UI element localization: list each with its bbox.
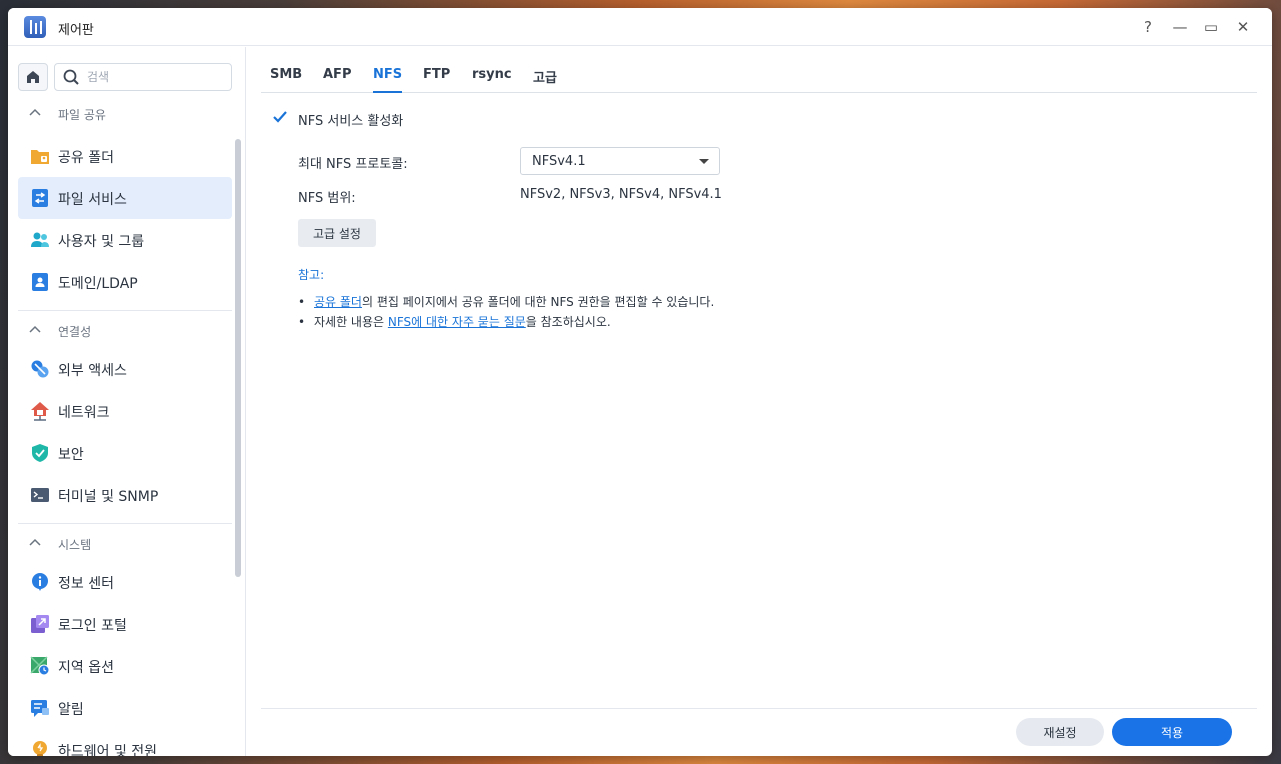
- nfs-range-value: NFSv2, NFSv3, NFSv4, NFSv4.1: [520, 187, 722, 202]
- info-center-icon: [32, 573, 48, 591]
- sidebar-divider: [18, 523, 232, 524]
- nfs-range-label: NFS 범위:: [298, 191, 356, 206]
- note-line-1-text: 의 편집 페이지에서 공유 폴더에 대한 NFS 권한을 편집할 수 있습니다.: [361, 295, 715, 309]
- shared-folder-icon: [31, 150, 49, 164]
- sidebar-scrollbar[interactable]: [235, 139, 241, 577]
- sidebar-item-network[interactable]: 네트워크: [18, 390, 232, 432]
- sidebar-item-label: 외부 액세스: [58, 363, 127, 379]
- title-bar: 제어판 ? — ▭ ✕: [8, 8, 1272, 46]
- tab-rsync[interactable]: rsync: [472, 67, 512, 93]
- reset-button[interactable]: 재설정: [1016, 718, 1104, 746]
- note-line-2-prefix: 자세한 내용은: [314, 315, 388, 329]
- note-line-2: • 자세한 내용은 NFS에 대한 자주 묻는 질문을 참조하십시오.: [298, 313, 611, 330]
- sidebar-item-security[interactable]: 보안: [18, 432, 232, 474]
- close-button[interactable]: ✕: [1233, 17, 1253, 37]
- tab-afp[interactable]: AFP: [323, 67, 351, 93]
- chevron-up-icon: [29, 108, 41, 116]
- home-button[interactable]: [18, 63, 48, 91]
- network-icon: [31, 402, 49, 421]
- note-line-2-suffix: 을 참조하십시오.: [525, 315, 611, 329]
- note-line-1: • 공유 폴더의 편집 페이지에서 공유 폴더에 대한 NFS 권한을 편집할 수…: [298, 293, 714, 310]
- domain-ldap-icon: [32, 273, 48, 291]
- bullet: •: [298, 315, 306, 329]
- nfs-faq-link[interactable]: NFS에 대한 자주 묻는 질문: [388, 315, 526, 329]
- user-group-icon: [31, 232, 49, 247]
- sidebar-item-label: 정보 센터: [58, 576, 114, 592]
- control-panel-window: 제어판 ? — ▭ ✕ 파일 공유: [8, 8, 1272, 756]
- sidebar-item-label: 터미널 및 SNMP: [58, 489, 159, 505]
- footer-divider: [261, 708, 1257, 709]
- nfs-enable-checkbox[interactable]: [271, 108, 289, 126]
- home-icon: [27, 71, 39, 83]
- group-label: 파일 공유: [58, 108, 106, 122]
- sidebar-item-terminal-snmp[interactable]: 터미널 및 SNMP: [18, 474, 232, 516]
- sidebar-item-domain-ldap[interactable]: 도메인/LDAP: [18, 261, 232, 303]
- help-button[interactable]: ?: [1138, 17, 1158, 37]
- tab-advanced[interactable]: 고급: [533, 67, 557, 93]
- terminal-icon: [31, 488, 49, 502]
- search-icon: [63, 69, 79, 85]
- max-protocol-value: NFSv4.1: [532, 154, 586, 169]
- sidebar-item-label: 알림: [58, 702, 84, 718]
- hardware-power-icon: [33, 741, 47, 756]
- tab-bar: SMB AFP NFS FTP rsync 고급: [261, 61, 1257, 93]
- file-services-icon: [32, 189, 48, 207]
- sidebar-item-external-access[interactable]: 외부 액세스: [18, 348, 232, 390]
- chevron-up-icon: [29, 538, 41, 546]
- sidebar-item-label: 지역 옵션: [58, 660, 114, 676]
- note-title: 참고:: [298, 268, 325, 282]
- search-box[interactable]: [54, 63, 232, 91]
- sidebar-item-info-center[interactable]: 정보 센터: [18, 561, 232, 603]
- advanced-settings-button[interactable]: 고급 설정: [298, 219, 376, 247]
- regional-options-icon: [30, 656, 50, 676]
- notification-icon: [31, 700, 49, 717]
- maximize-button[interactable]: ▭: [1201, 17, 1221, 37]
- tab-nfs[interactable]: NFS: [373, 67, 403, 93]
- sidebar-item-label: 하드웨어 및 전원: [58, 744, 158, 756]
- control-panel-app-icon: [24, 16, 46, 38]
- sidebar-item-label: 보안: [58, 447, 84, 463]
- sidebar-item-shared-folder[interactable]: 공유 폴더: [18, 135, 232, 177]
- search-input[interactable]: [87, 68, 223, 86]
- sidebar-item-file-services[interactable]: 파일 서비스: [18, 177, 232, 219]
- security-shield-icon: [32, 444, 48, 462]
- window-title: 제어판: [58, 23, 94, 38]
- external-access-icon: [31, 360, 49, 378]
- chevron-up-icon: [29, 325, 41, 333]
- sidebar-item-notification[interactable]: 알림: [18, 687, 232, 729]
- max-protocol-select[interactable]: NFSv4.1: [520, 147, 720, 175]
- tab-ftp[interactable]: FTP: [423, 67, 450, 93]
- sidebar: 파일 공유 공유 폴더 파일 서비스 사용자 및 그룹: [8, 47, 246, 756]
- sidebar-item-label: 로그인 포털: [58, 618, 127, 634]
- nfs-enable-label: NFS 서비스 활성화: [298, 114, 404, 129]
- group-label: 연결성: [58, 325, 92, 339]
- sidebar-item-users-groups[interactable]: 사용자 및 그룹: [18, 219, 232, 261]
- sidebar-item-label: 네트워크: [58, 405, 110, 421]
- max-protocol-label: 최대 NFS 프로토콜:: [298, 157, 408, 172]
- bullet: •: [298, 295, 306, 309]
- sidebar-item-login-portal[interactable]: 로그인 포털: [18, 603, 232, 645]
- sidebar-item-hardware-power[interactable]: 하드웨어 및 전원: [18, 729, 232, 756]
- sidebar-item-label: 공유 폴더: [58, 150, 114, 166]
- sidebar-item-label: 사용자 및 그룹: [58, 234, 145, 250]
- checkmark-icon: [273, 111, 287, 123]
- group-label: 시스템: [58, 538, 92, 552]
- sidebar-divider: [18, 310, 232, 311]
- minimize-button[interactable]: —: [1170, 17, 1190, 37]
- sidebar-item-label: 도메인/LDAP: [58, 276, 138, 292]
- main-content: SMB AFP NFS FTP rsync 고급 NFS 서비스 활성화 최대 …: [247, 47, 1272, 756]
- sidebar-item-regional-options[interactable]: 지역 옵션: [18, 645, 232, 687]
- apply-button[interactable]: 적용: [1112, 718, 1232, 746]
- tab-smb[interactable]: SMB: [270, 67, 302, 93]
- login-portal-icon: [31, 615, 49, 633]
- dropdown-caret-icon: [699, 159, 709, 164]
- shared-folder-link[interactable]: 공유 폴더: [314, 295, 362, 309]
- sidebar-item-label: 파일 서비스: [58, 192, 127, 208]
